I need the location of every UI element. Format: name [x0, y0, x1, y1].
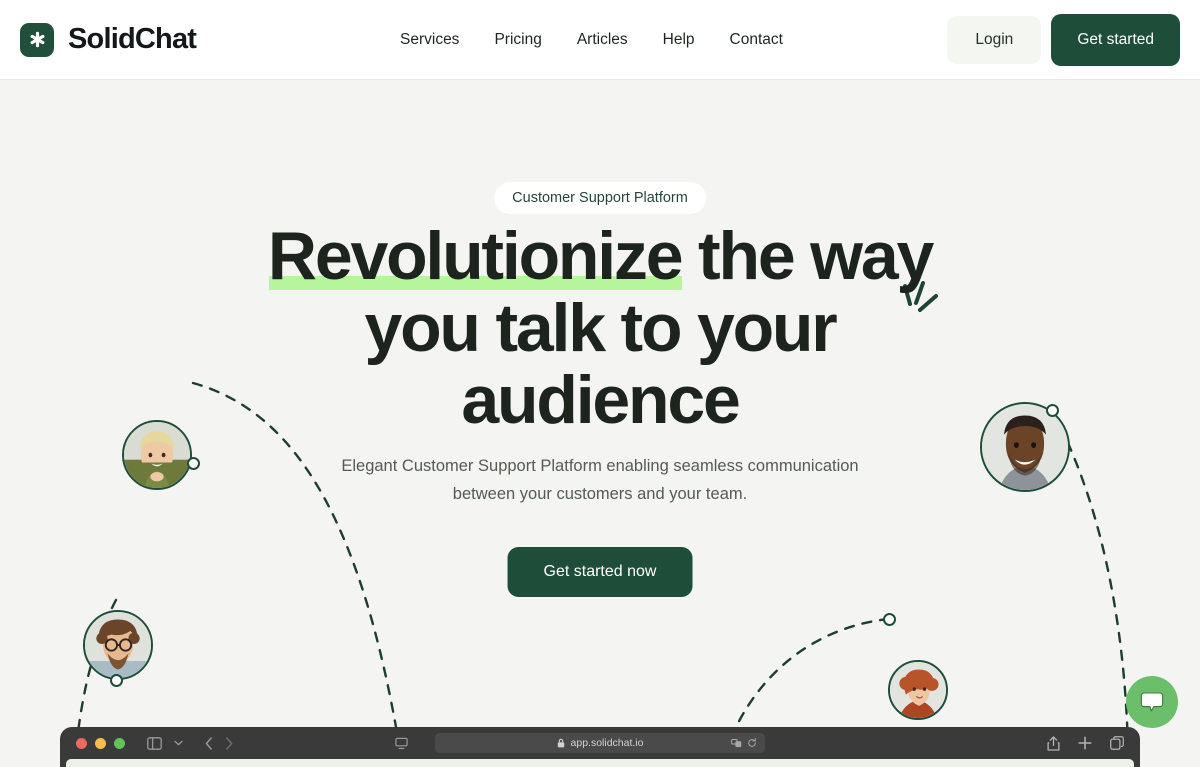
address-bar-url: app.solidchat.io [570, 737, 644, 749]
browser-mockup: app.solidchat.io [60, 727, 1140, 767]
page-title: Revolutionize the way you talk to your a… [250, 220, 950, 436]
browser-right-controls [1047, 735, 1124, 751]
chat-widget-button[interactable] [1126, 676, 1178, 728]
login-button[interactable]: Login [947, 16, 1042, 64]
address-bar-icons [731, 738, 757, 748]
hero-subtitle: Elegant Customer Support Platform enabli… [341, 457, 859, 503]
share-icon[interactable] [1047, 735, 1060, 751]
address-bar[interactable]: app.solidchat.io [435, 733, 765, 753]
nav-item-contact[interactable]: Contact [730, 31, 783, 49]
connector-node-1 [187, 457, 200, 470]
get-started-button[interactable]: Get started [1051, 14, 1180, 66]
browser-nav-controls [147, 736, 408, 750]
connector-node-2 [110, 674, 123, 687]
tab-overview-icon[interactable] [1110, 736, 1124, 750]
headline-highlight: Revolutionize [267, 218, 684, 294]
header-actions: Login Get started [947, 0, 1180, 80]
asterisk-flower-icon [20, 22, 54, 57]
avatar-bearded-man [83, 610, 153, 680]
nav-item-help[interactable]: Help [663, 31, 695, 49]
headline-line3: audience [461, 362, 740, 438]
avatar-blonde-woman [122, 420, 192, 490]
chat-bubble-icon [1140, 692, 1164, 712]
hero-section: Customer Support Platform Revolutionize … [0, 80, 1200, 750]
nav-item-services[interactable]: Services [400, 31, 459, 49]
nav-item-pricing[interactable]: Pricing [494, 31, 541, 49]
plus-icon[interactable] [1078, 736, 1092, 750]
avatar-redhead-woman [888, 660, 948, 720]
chevron-left-icon[interactable] [205, 736, 213, 750]
chevron-down-icon[interactable] [174, 740, 183, 746]
site-header: SolidChat Services Pricing Articles Help… [0, 0, 1200, 80]
brand-name: SolidChat [68, 23, 197, 55]
get-started-now-button[interactable]: Get started now [507, 547, 693, 597]
headline-line2: you talk to your [364, 290, 837, 366]
browser-viewport [66, 759, 1134, 767]
screen-icon[interactable] [395, 737, 408, 750]
close-red-icon[interactable] [76, 737, 87, 749]
lock-icon [557, 738, 564, 748]
headline-rest: the way [681, 218, 934, 294]
hero-cta-wrapper: Get started now [507, 547, 693, 597]
browser-toolbar: app.solidchat.io [60, 727, 1140, 759]
hero-badge: Customer Support Platform [494, 182, 706, 214]
zoom-green-icon[interactable] [114, 737, 125, 749]
brand-logo[interactable]: SolidChat [0, 22, 197, 57]
chevron-right-icon[interactable] [225, 736, 233, 750]
window-traffic-lights [60, 737, 125, 749]
reload-icon[interactable] [747, 738, 757, 748]
connector-node-4 [883, 613, 896, 626]
sidebar-toggle-icon[interactable] [147, 736, 162, 750]
extension-icon[interactable] [731, 738, 742, 748]
minimize-yellow-icon[interactable] [95, 737, 106, 749]
main-nav: Services Pricing Articles Help Contact [400, 0, 783, 80]
nav-item-articles[interactable]: Articles [577, 31, 628, 49]
connector-node-3 [1046, 404, 1059, 417]
